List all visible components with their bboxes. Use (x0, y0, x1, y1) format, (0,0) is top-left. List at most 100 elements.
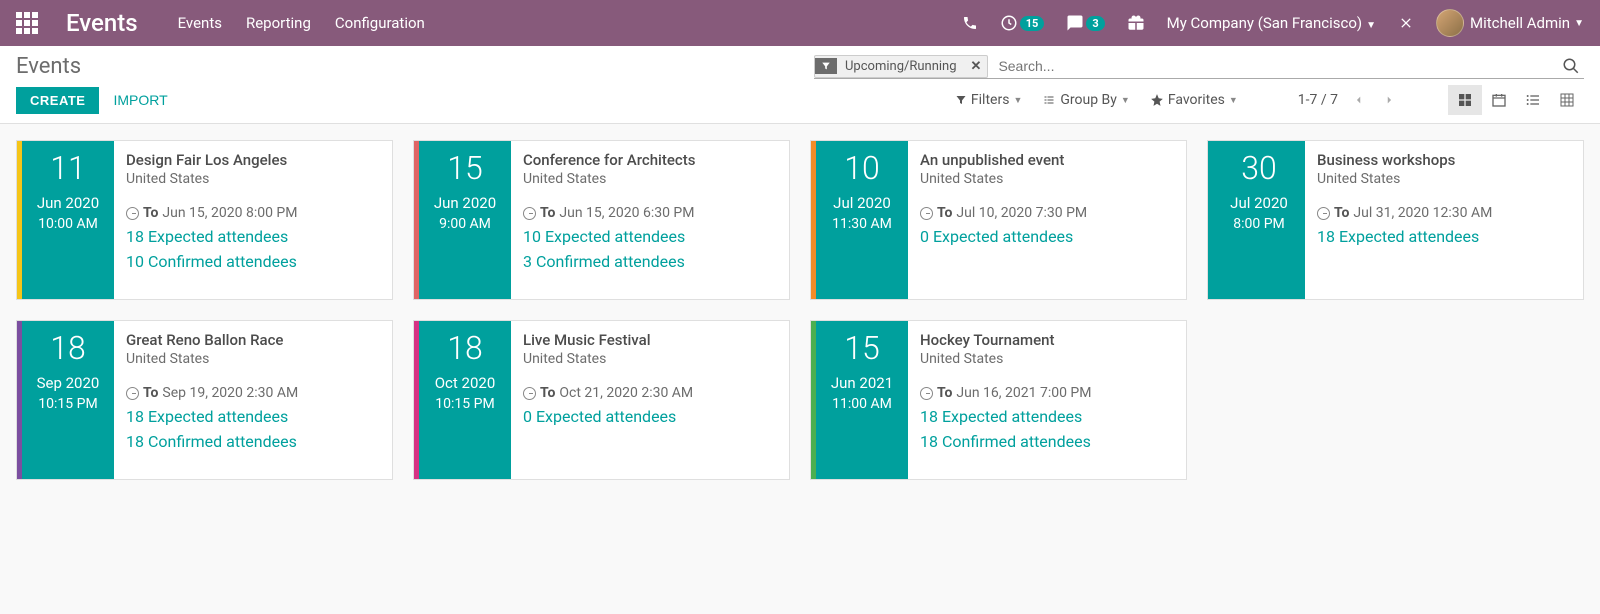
card-day: 18 (447, 331, 483, 366)
card-month: Jun 2020 (37, 194, 99, 212)
card-end-date: To Sep 19, 2020 2:30 AM (126, 385, 380, 401)
calendar-view-icon[interactable] (1482, 85, 1516, 115)
clock-icon (1317, 207, 1330, 220)
card-day: 10 (844, 151, 880, 186)
card-date-box: 15 Jun 2020 9:00 AM (419, 141, 511, 299)
chat-icon[interactable]: 3 (1066, 14, 1104, 32)
avatar (1436, 9, 1464, 37)
confirmed-attendees-link[interactable]: 10 Confirmed attendees (126, 252, 380, 271)
expected-attendees-link[interactable]: 0 Expected attendees (920, 227, 1174, 246)
card-date-box: 11 Jun 2020 10:00 AM (22, 141, 114, 299)
card-month: Oct 2020 (435, 374, 496, 392)
card-title: Design Fair Los Angeles (126, 151, 380, 169)
confirmed-attendees-link[interactable]: 18 Confirmed attendees (126, 432, 380, 451)
breadcrumb: Events (16, 54, 81, 79)
card-day: 15 (447, 151, 483, 186)
import-button[interactable]: IMPORT (113, 92, 167, 108)
card-day: 18 (50, 331, 86, 366)
card-location: United States (1317, 171, 1571, 187)
card-title: An unpublished event (920, 151, 1174, 169)
kanban-board: 11 Jun 2020 10:00 AM Design Fair Los Ang… (0, 124, 1600, 496)
card-location: United States (523, 351, 777, 367)
debug-icon[interactable] (1398, 15, 1414, 31)
nav-reporting[interactable]: Reporting (246, 14, 311, 32)
card-month: Jun 2021 (831, 374, 893, 392)
card-end-date: To Oct 21, 2020 2:30 AM (523, 385, 777, 401)
kanban-view-icon[interactable] (1448, 85, 1482, 115)
event-card[interactable]: 18 Oct 2020 10:15 PM Live Music Festival… (413, 320, 790, 480)
pager-prev-icon[interactable] (1350, 89, 1368, 111)
card-date-box: 10 Jul 2020 11:30 AM (816, 141, 908, 299)
control-panel: Events Upcoming/Running ✕ CREATE IMPORT … (0, 46, 1600, 124)
filters-dropdown[interactable]: Filters▼ (955, 92, 1022, 108)
card-date-box: 18 Sep 2020 10:15 PM (22, 321, 114, 479)
card-location: United States (920, 351, 1174, 367)
pager-next-icon[interactable] (1380, 89, 1398, 111)
search-facet: Upcoming/Running ✕ (814, 55, 988, 78)
clock-icon (523, 207, 536, 220)
pager: 1-7 / 7 (1298, 89, 1398, 111)
card-title: Business workshops (1317, 151, 1571, 169)
clock-icon (920, 387, 933, 400)
card-location: United States (126, 351, 380, 367)
card-end-date: To Jul 10, 2020 7:30 PM (920, 205, 1174, 221)
card-date-box: 30 Jul 2020 8:00 PM (1213, 141, 1305, 299)
expected-attendees-link[interactable]: 18 Expected attendees (920, 407, 1174, 426)
event-card[interactable]: 18 Sep 2020 10:15 PM Great Reno Ballon R… (16, 320, 393, 480)
event-card[interactable]: 11 Jun 2020 10:00 AM Design Fair Los Ang… (16, 140, 393, 300)
expected-attendees-link[interactable]: 18 Expected attendees (126, 227, 380, 246)
nav-events[interactable]: Events (178, 14, 222, 32)
card-time: 11:00 AM (832, 396, 892, 412)
card-time: 11:30 AM (832, 216, 892, 232)
search-box[interactable]: Upcoming/Running ✕ (814, 54, 1584, 79)
chat-badge: 3 (1086, 16, 1104, 31)
expected-attendees-link[interactable]: 10 Expected attendees (523, 227, 777, 246)
card-time: 10:15 PM (435, 396, 494, 412)
card-body: Business workshops United States To Jul … (1305, 141, 1583, 299)
topbar-right: 15 3 My Company (San Francisco)▼ Mitchel… (962, 9, 1584, 37)
card-day: 11 (50, 151, 86, 186)
card-month: Jun 2020 (434, 194, 496, 212)
clock-icon (126, 207, 139, 220)
card-location: United States (920, 171, 1174, 187)
nav-configuration[interactable]: Configuration (335, 14, 425, 32)
card-title: Live Music Festival (523, 331, 777, 349)
favorites-dropdown[interactable]: Favorites▼ (1150, 92, 1238, 108)
card-location: United States (126, 171, 380, 187)
expected-attendees-link[interactable]: 18 Expected attendees (126, 407, 380, 426)
confirmed-attendees-link[interactable]: 18 Confirmed attendees (920, 432, 1174, 451)
card-time: 8:00 PM (1233, 216, 1285, 232)
company-selector[interactable]: My Company (San Francisco)▼ (1167, 14, 1376, 32)
card-end-date: To Jun 16, 2021 7:00 PM (920, 385, 1174, 401)
event-card[interactable]: 10 Jul 2020 11:30 AM An unpublished even… (810, 140, 1187, 300)
activity-icon[interactable]: 15 (1000, 14, 1045, 32)
card-body: Design Fair Los Angeles United States To… (114, 141, 392, 299)
card-location: United States (523, 171, 777, 187)
gift-icon[interactable] (1127, 14, 1145, 32)
list-view-icon[interactable] (1516, 85, 1550, 115)
create-button[interactable]: CREATE (16, 87, 99, 114)
card-body: Hockey Tournament United States To Jun 1… (908, 321, 1186, 479)
remove-facet-icon[interactable]: ✕ (965, 56, 988, 77)
event-card[interactable]: 15 Jun 2020 9:00 AM Conference for Archi… (413, 140, 790, 300)
search-icon[interactable] (1558, 57, 1584, 75)
event-card[interactable]: 15 Jun 2021 11:00 AM Hockey Tournament U… (810, 320, 1187, 480)
expected-attendees-link[interactable]: 0 Expected attendees (523, 407, 777, 426)
apps-icon[interactable] (16, 12, 38, 34)
confirmed-attendees-link[interactable]: 3 Confirmed attendees (523, 252, 777, 271)
search-input[interactable] (994, 54, 1558, 78)
app-title: Events (66, 9, 138, 37)
card-time: 9:00 AM (439, 216, 491, 232)
view-switcher (1448, 85, 1584, 115)
expected-attendees-link[interactable]: 18 Expected attendees (1317, 227, 1571, 246)
card-date-box: 15 Jun 2021 11:00 AM (816, 321, 908, 479)
card-title: Great Reno Ballon Race (126, 331, 380, 349)
groupby-dropdown[interactable]: Group By▼ (1042, 92, 1129, 108)
pivot-view-icon[interactable] (1550, 85, 1584, 115)
event-card[interactable]: 30 Jul 2020 8:00 PM Business workshops U… (1207, 140, 1584, 300)
phone-icon[interactable] (962, 15, 978, 31)
card-time: 10:15 PM (38, 396, 97, 412)
top-nav: Events Reporting Configuration (178, 14, 425, 32)
clock-icon (523, 387, 536, 400)
user-menu[interactable]: Mitchell Admin▼ (1436, 9, 1584, 37)
